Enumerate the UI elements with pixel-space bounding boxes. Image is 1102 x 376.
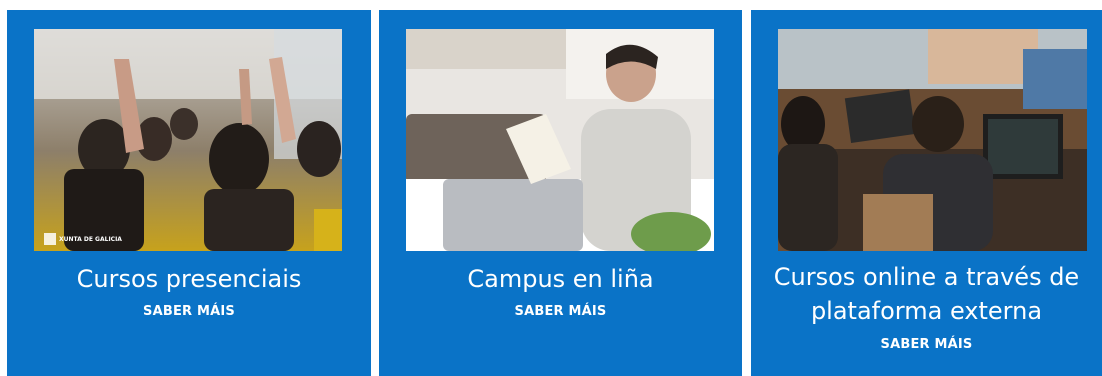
course-card-online[interactable]: Cursos online a través de plataforma ext… — [751, 10, 1102, 376]
course-card-campus[interactable]: Campus en liña SABER MÁIS — [379, 10, 742, 376]
campus-photo[interactable] — [406, 29, 714, 251]
card-title: Campus en liña — [467, 265, 654, 293]
saber-mais-link[interactable]: SABER MÁIS — [751, 337, 1102, 352]
online-study-photo[interactable] — [778, 29, 1087, 251]
xunta-logo: XUNTA DE GALICIA — [44, 233, 122, 245]
classroom-photo[interactable]: XUNTA DE GALICIA — [34, 29, 342, 251]
card-title: Cursos presenciais — [76, 265, 302, 293]
course-card-presenciais[interactable]: XUNTA DE GALICIA Cursos presenciais SABE… — [7, 10, 371, 376]
xunta-logo-text: XUNTA DE GALICIA — [59, 235, 122, 243]
card-title: Cursos online a través de plataforma ext… — [773, 263, 1080, 325]
saber-mais-link[interactable]: SABER MÁIS — [379, 304, 742, 319]
xunta-mark-icon — [44, 233, 56, 245]
saber-mais-link[interactable]: SABER MÁIS — [7, 304, 371, 319]
